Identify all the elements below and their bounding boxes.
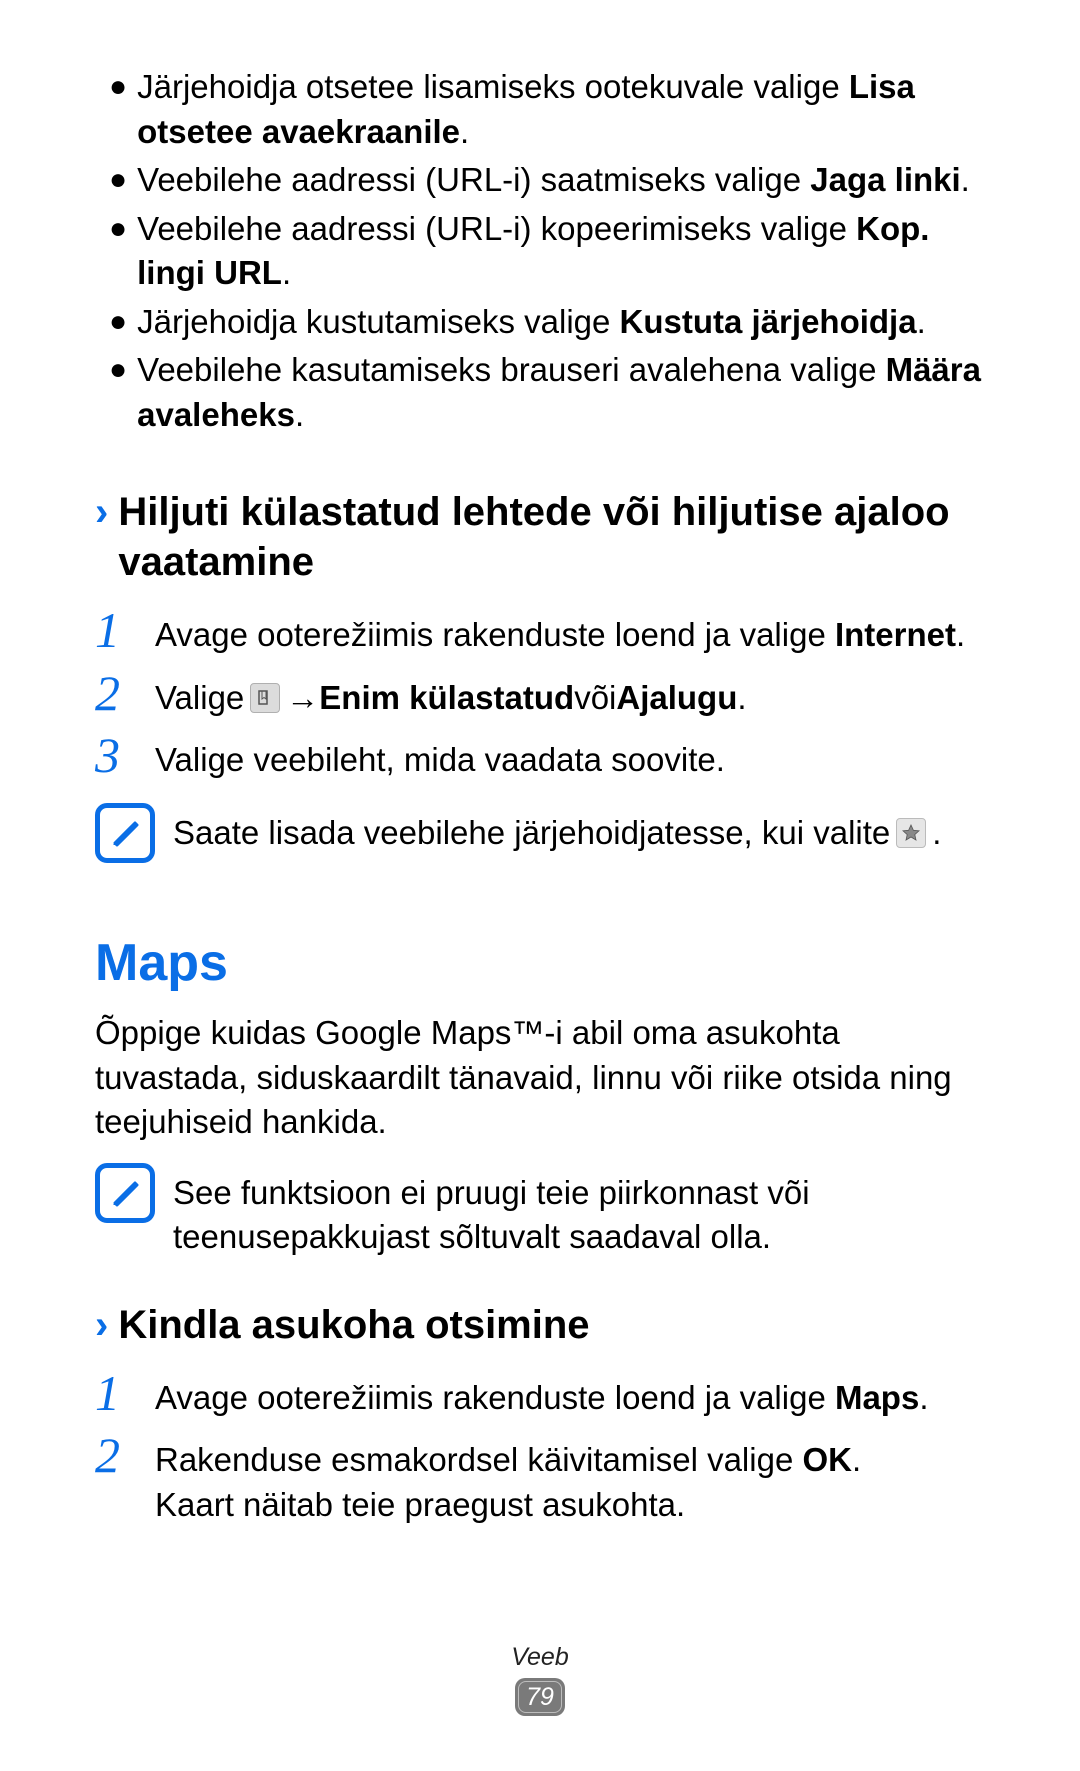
- chevron-icon: ›: [95, 1300, 108, 1350]
- step-item: 1 Avage ooterežiimis rakenduste loend ja…: [95, 1368, 985, 1421]
- text: .: [460, 113, 469, 150]
- text: .: [737, 676, 746, 721]
- note-row: See funktsioon ei pruugi teie piirkonnas…: [95, 1163, 985, 1260]
- text: Järjehoidja otsetee lisamiseks ootekuval…: [137, 68, 849, 105]
- bullet-text: Veebilehe kasutamiseks brauseri avalehen…: [137, 348, 985, 437]
- paragraph: Õppige kuidas Google Maps™-i abil oma as…: [95, 1011, 985, 1145]
- chevron-icon: ›: [95, 487, 108, 537]
- text: .: [295, 396, 304, 433]
- bookmarks-icon: [250, 683, 280, 713]
- bullet-text: Veebilehe aadressi (URL-i) kopeerimiseks…: [137, 207, 985, 296]
- step-text: Rakenduse esmakordsel käivitamisel valig…: [155, 1430, 985, 1527]
- text: .: [961, 161, 970, 198]
- step-number-icon: 1: [95, 605, 155, 655]
- step-item: 2 Valige → Enim külastatud või Ajalugu.: [95, 668, 985, 721]
- text: Valige: [155, 676, 244, 721]
- text: .: [932, 811, 941, 856]
- text: Avage ooterežiimis rakenduste loend ja v…: [155, 1376, 826, 1421]
- step-number-icon: 3: [95, 730, 155, 780]
- note-text: See funktsioon ei pruugi teie piirkonnas…: [173, 1163, 985, 1260]
- text: või: [574, 676, 616, 721]
- page-content: ● Järjehoidja otsetee lisamiseks ootekuv…: [0, 0, 1080, 1527]
- text: Järjehoidja kustutamiseks valige: [137, 303, 619, 340]
- bold-text: OK: [802, 1441, 852, 1478]
- bold-text: Jaga linki: [810, 161, 960, 198]
- bullet-icon: ●: [109, 65, 127, 109]
- step-item: 1 Avage ooterežiimis rakenduste loend ja…: [95, 605, 985, 658]
- bullet-text: Järjehoidja otsetee lisamiseks ootekuval…: [137, 65, 985, 154]
- bullet-item: ● Järjehoidja kustutamiseks valige Kustu…: [95, 300, 985, 345]
- text: .: [852, 1441, 861, 1478]
- bullet-item: ● Veebilehe aadressi (URL-i) saatmiseks …: [95, 158, 985, 203]
- bold-text: Enim külastatud: [319, 676, 574, 721]
- step-list-1: 1 Avage ooterežiimis rakenduste loend ja…: [95, 605, 985, 783]
- text: Veebilehe aadressi (URL-i) kopeerimiseks…: [137, 210, 856, 247]
- note-icon: [95, 803, 155, 863]
- subheading-location: › Kindla asukoha otsimine: [95, 1300, 985, 1350]
- note-row: Saate lisada veebilehe järjehoidjatesse,…: [95, 803, 985, 863]
- step-item: 3 Valige veebileht, mida vaadata soovite…: [95, 730, 985, 783]
- step-list-2: 1 Avage ooterežiimis rakenduste loend ja…: [95, 1368, 985, 1528]
- text: Veebilehe aadressi (URL-i) saatmiseks va…: [137, 161, 810, 198]
- page-number: 79: [526, 1683, 554, 1712]
- step-number-icon: 2: [95, 1430, 155, 1480]
- text: .: [956, 613, 965, 658]
- text: .: [919, 1376, 928, 1421]
- bullet-icon: ●: [109, 207, 127, 251]
- footer-section-label: Veeb: [0, 1643, 1080, 1672]
- star-icon: [896, 818, 926, 848]
- text: Saate lisada veebilehe järjehoidjatesse,…: [173, 811, 890, 856]
- text: Rakenduse esmakordsel käivitamisel valig…: [155, 1441, 802, 1478]
- bullet-item: ● Järjehoidja otsetee lisamiseks ootekuv…: [95, 65, 985, 154]
- bullet-text: Järjehoidja kustutamiseks valige Kustuta…: [137, 300, 985, 345]
- bullet-icon: ●: [109, 158, 127, 202]
- text: Kaart näitab teie praegust asukohta.: [155, 1486, 685, 1523]
- step-number-icon: 2: [95, 668, 155, 718]
- section-title-maps: Maps: [95, 933, 985, 993]
- subheading-text: Hiljuti külastatud lehtede või hiljutise…: [118, 487, 985, 587]
- step-item: 2 Rakenduse esmakordsel käivitamisel val…: [95, 1430, 985, 1527]
- bullet-item: ● Veebilehe kasutamiseks brauseri avaleh…: [95, 348, 985, 437]
- arrow-text: →: [286, 676, 319, 721]
- step-text: Valige → Enim külastatud või Ajalugu.: [155, 668, 985, 721]
- text: .: [282, 254, 291, 291]
- footer: Veeb 79: [0, 1643, 1080, 1716]
- subheading-text: Kindla asukoha otsimine: [118, 1300, 589, 1350]
- bullet-icon: ●: [109, 348, 127, 392]
- bold-text: Internet: [835, 613, 956, 658]
- bold-text: Kustuta järjehoidja: [620, 303, 917, 340]
- step-number-icon: 1: [95, 1368, 155, 1418]
- step-text: Valige veebileht, mida vaadata soovite.: [155, 730, 985, 783]
- note-icon: [95, 1163, 155, 1223]
- text: Avage ooterežiimis rakenduste loend ja v…: [155, 613, 826, 658]
- step-text: Avage ooterežiimis rakenduste loend ja v…: [155, 605, 985, 658]
- bullet-icon: ●: [109, 300, 127, 344]
- text: .: [917, 303, 926, 340]
- note-text: Saate lisada veebilehe järjehoidjatesse,…: [173, 803, 941, 856]
- bold-text: Maps: [835, 1376, 919, 1421]
- text: Valige veebileht, mida vaadata soovite.: [155, 738, 725, 783]
- bullet-text: Veebilehe aadressi (URL-i) saatmiseks va…: [137, 158, 985, 203]
- bullet-list: ● Järjehoidja otsetee lisamiseks ootekuv…: [95, 65, 985, 437]
- bullet-item: ● Veebilehe aadressi (URL-i) kopeerimise…: [95, 207, 985, 296]
- subheading-history: › Hiljuti külastatud lehtede või hiljuti…: [95, 487, 985, 587]
- step-text: Avage ooterežiimis rakenduste loend ja v…: [155, 1368, 985, 1421]
- text: Veebilehe kasutamiseks brauseri avalehen…: [137, 351, 885, 388]
- page-number-badge: 79: [515, 1678, 565, 1716]
- bold-text: Ajalugu: [616, 676, 737, 721]
